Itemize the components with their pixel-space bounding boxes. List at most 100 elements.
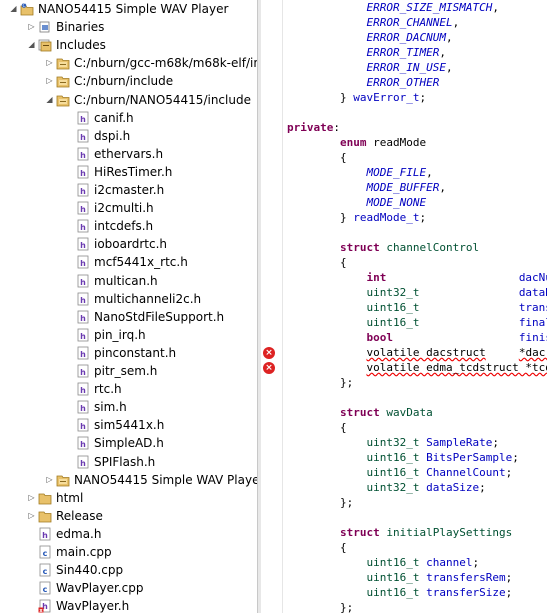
code-token: ,	[439, 181, 446, 194]
svg-text:h: h	[80, 368, 86, 377]
tree-item[interactable]: ◢ C NANO54415 Simple WAV Player	[0, 0, 257, 18]
tree-item[interactable]: h i2cmulti.h	[0, 199, 257, 217]
tree-item[interactable]: h sim.h	[0, 398, 257, 416]
tree-item[interactable]: h multichanneli2c.h	[0, 290, 257, 308]
code-token: uint16_t	[366, 586, 420, 599]
header-file-icon: h	[76, 346, 90, 360]
code-token: wavError_t	[353, 91, 420, 104]
error-marker-icon[interactable]: ×	[263, 346, 275, 359]
tree-item[interactable]: ▷ Binaries	[0, 18, 257, 36]
svg-text:c: c	[43, 549, 48, 558]
tree-item[interactable]: h pinconstant.h	[0, 344, 257, 362]
code-line: {	[287, 420, 347, 435]
code-token: }	[287, 211, 354, 224]
tree-item[interactable]: h intcdefs.h	[0, 217, 257, 235]
code-token: ERROR_SIZE_MISMATCH	[366, 1, 493, 14]
chevron-right-icon[interactable]: ▷	[45, 76, 54, 85]
header-file-icon: h	[76, 274, 90, 288]
tree-item[interactable]: ▷ html	[0, 489, 257, 507]
svg-text:h: h	[80, 169, 86, 178]
code-line: uint32_t dataSize;	[287, 480, 486, 495]
chevron-right-icon[interactable]: ▷	[27, 22, 36, 31]
tree-item[interactable]: h NanoStdFileSupport.h	[0, 308, 257, 326]
tree-item[interactable]: ▷ C:/nburn/include	[0, 72, 257, 90]
code-token: ;	[505, 571, 513, 584]
svg-text:h: h	[80, 187, 86, 196]
svg-text:h: h	[80, 404, 86, 413]
tree-item[interactable]: ◢ C:/nburn/NANO54415/include	[0, 91, 257, 109]
header-file-error-icon: hx	[38, 599, 52, 613]
code-line: bool finish	[287, 330, 547, 345]
tree-item[interactable]: h mcf5441x_rtc.h	[0, 253, 257, 271]
code-editor[interactable]: ERROR_SIZE_MISMATCH, ERROR_CHANNEL, ERRO…	[282, 0, 547, 613]
chevron-down-icon[interactable]: ◢	[9, 4, 18, 13]
code-token: uint32_t	[366, 481, 420, 494]
tree-item[interactable]: h x WavPlayer.h	[0, 597, 257, 613]
code-token: };	[287, 601, 354, 613]
tree-item[interactable]: ▷ C:/nburn/gcc-m68k/m68k-elf/inc	[0, 54, 257, 72]
folder-icon	[38, 509, 52, 523]
tree-item[interactable]: ▷ NANO54415 Simple WAV Player	[0, 471, 257, 489]
source-file-icon: c	[38, 545, 52, 559]
header-file-icon: h	[76, 382, 90, 396]
header-file-icon: h	[76, 328, 90, 342]
tree-item-label: C:/nburn/include	[74, 74, 174, 89]
source-file-icon: c	[38, 563, 52, 577]
tree-item[interactable]: h pin_irq.h	[0, 326, 257, 344]
tree-item[interactable]: h rtc.h	[0, 380, 257, 398]
chevron-right-icon[interactable]: ▷	[45, 58, 54, 67]
tree-item[interactable]: c Sin440.cpp	[0, 561, 257, 579]
code-token: *dac;	[518, 346, 547, 359]
tree-item[interactable]: h ioboardrtc.h	[0, 235, 257, 253]
tree-item[interactable]: h ethervars.h	[0, 145, 257, 163]
code-line: MODE_FILE,	[287, 165, 432, 180]
tree-item[interactable]: h HiResTimer.h	[0, 163, 257, 181]
project-explorer-tree: ◢ C NANO54415 Simple WAV Player ▷ Binaries ◢ I…	[0, 0, 257, 613]
tree-item[interactable]: ▷ Release	[0, 507, 257, 525]
chevron-down-icon[interactable]: ◢	[27, 40, 36, 49]
chevron-right-icon[interactable]: ▷	[45, 475, 54, 484]
tree-item-label: pitr_sem.h	[94, 364, 158, 378]
code-token: dacNum	[518, 271, 547, 284]
tree-item-label: main.cpp	[56, 545, 112, 559]
code-token: ;	[419, 91, 427, 104]
header-file-icon: h	[76, 255, 90, 269]
tree-item[interactable]: c WavPlayer.cpp	[0, 579, 257, 597]
error-marker-icon[interactable]: ×	[263, 361, 275, 374]
svg-text:h: h	[80, 314, 86, 323]
svg-text:h: h	[80, 223, 86, 232]
svg-text:h: h	[80, 386, 86, 395]
tree-item[interactable]: h SPIFlash.h	[0, 453, 257, 471]
tree-item[interactable]: h edma.h	[0, 525, 257, 543]
code-line: enum readMode	[287, 135, 426, 150]
code-token: ;	[472, 556, 480, 569]
header-file-icon: h	[76, 237, 90, 251]
tree-item[interactable]: h dspi.h	[0, 127, 257, 145]
chevron-right-icon[interactable]: ▷	[27, 511, 36, 520]
include-folder-icon	[56, 56, 70, 70]
tree-item[interactable]: h canif.h	[0, 109, 257, 127]
svg-text:h: h	[80, 241, 86, 250]
tree-item[interactable]: h sim5441x.h	[0, 416, 257, 434]
chevron-down-icon[interactable]: ◢	[45, 95, 54, 104]
tree-item[interactable]: h multican.h	[0, 272, 257, 290]
tree-item[interactable]: h pitr_sem.h	[0, 362, 257, 380]
tree-item[interactable]: c main.cpp	[0, 543, 257, 561]
tree-item[interactable]: h SimpleAD.h	[0, 434, 257, 452]
code-line: ERROR_SIZE_MISMATCH,	[287, 0, 498, 15]
code-token: ;	[479, 481, 486, 494]
tree-item[interactable]: ◢ Includes	[0, 36, 257, 54]
header-file-icon: h	[76, 183, 90, 197]
header-file-icon: h	[38, 527, 52, 541]
tree-item[interactable]: h i2cmaster.h	[0, 181, 257, 199]
code-token: struct	[339, 406, 380, 419]
tree-item-label: NANO54415 Simple WAV Player	[38, 2, 229, 16]
chevron-right-icon[interactable]: ▷	[27, 493, 36, 502]
